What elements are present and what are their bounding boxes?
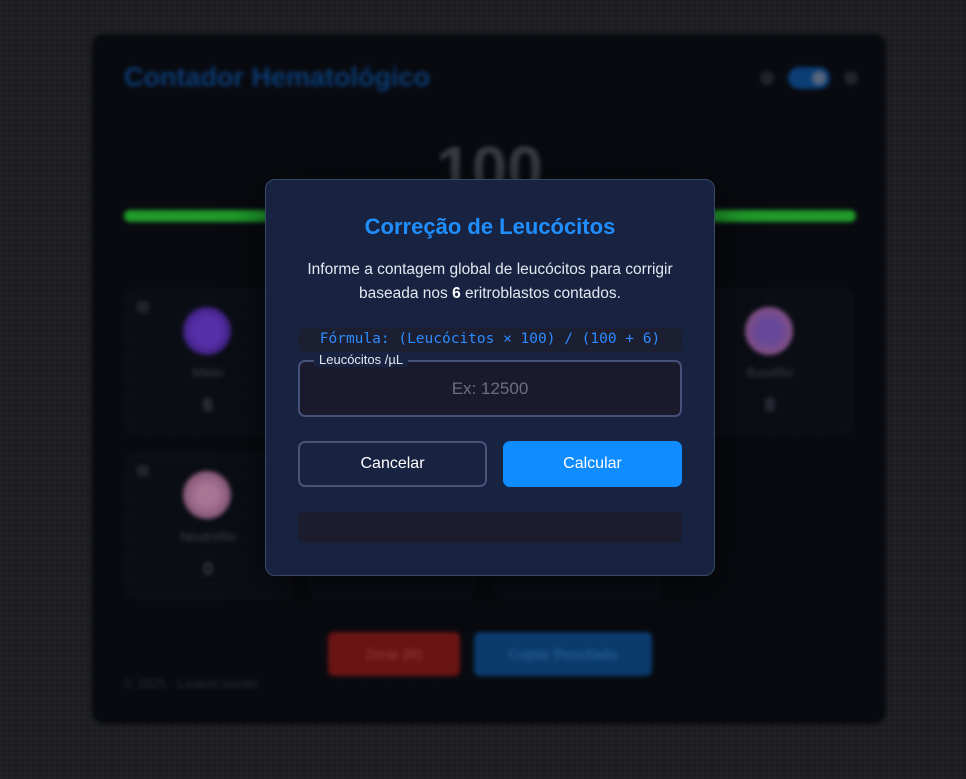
cell-options-icon[interactable] — [137, 465, 149, 477]
footer-text: © 2025 · LeukoCounter — [124, 676, 260, 691]
settings-icon[interactable] — [844, 71, 858, 85]
reset-button[interactable]: Zerar (R) — [328, 632, 460, 676]
leukocyte-correction-modal: Correção de Leucócitos Informe a contage… — [265, 179, 715, 576]
modal-title: Correção de Leucócitos — [364, 214, 616, 239]
calculate-button[interactable]: Calcular — [503, 441, 682, 487]
cell-image — [183, 307, 231, 355]
formula-display: Fórmula: (Leucócitos × 100) / (100 + 6) — [298, 328, 682, 352]
cell-image — [745, 307, 793, 355]
modal-description: Informe a contagem global de leucócitos … — [296, 258, 684, 306]
leukocytes-input[interactable] — [300, 362, 680, 415]
cell-options-icon[interactable] — [137, 301, 149, 313]
theme-toggle[interactable] — [788, 67, 830, 89]
leukocytes-field-label: Leucócitos /µL — [314, 352, 409, 367]
cancel-button[interactable]: Cancelar — [298, 441, 487, 487]
result-display — [298, 512, 682, 543]
app-title: Contador Hematológico — [124, 62, 431, 92]
cell-image — [183, 471, 231, 519]
erythroblast-count: 6 — [452, 285, 461, 302]
app-toolbar — [760, 67, 858, 89]
modal-description-suffix: eritroblastos contados. — [460, 285, 621, 302]
leukocytes-field: Leucócitos /µL — [298, 352, 682, 417]
info-icon[interactable] — [760, 71, 774, 85]
copy-results-button[interactable]: Copiar Resultado — [474, 632, 652, 676]
